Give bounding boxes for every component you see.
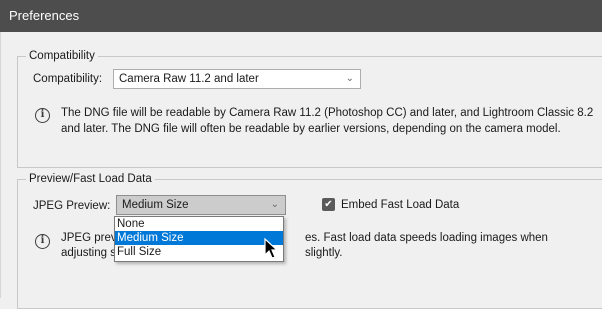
preview-info-line-1-right: es. Fast load data speeds loading images… — [305, 232, 548, 244]
compatibility-select[interactable]: Camera Raw 11.2 and later ⌄ — [113, 69, 361, 89]
preview-info-line-2-right: slightly. — [305, 247, 343, 259]
compatibility-group-legend: Compatibility — [26, 49, 98, 64]
compatibility-info-line-2: and later. The DNG file will often be re… — [61, 123, 561, 135]
jpeg-preview-select-value: Medium Size — [122, 199, 189, 211]
jpeg-preview-select[interactable]: Medium Size ⌄ — [116, 195, 286, 215]
mouse-pointer-icon — [264, 238, 279, 259]
info-icon: i — [35, 234, 50, 249]
compatibility-group: Compatibility Compatibility: Camera Raw … — [17, 49, 602, 168]
chevron-down-icon: ⌄ — [270, 199, 279, 210]
preferences-content: Compatibility Compatibility: Camera Raw … — [0, 32, 602, 309]
jpeg-preview-dropdown-list: None Medium Size Full Size — [114, 216, 284, 262]
preview-info-line-2-left: adjusting s — [61, 247, 116, 259]
preview-group-legend: Preview/Fast Load Data — [26, 172, 155, 187]
dropdown-option-medium-size[interactable]: Medium Size — [115, 231, 283, 245]
compatibility-label: Compatibility: — [33, 73, 103, 85]
info-icon: i — [35, 108, 50, 123]
checkmark-icon: ✔ — [324, 199, 333, 210]
chevron-down-icon: ⌄ — [345, 73, 354, 84]
compatibility-info-line-1: The DNG file will be readable by Camera … — [61, 107, 594, 119]
compatibility-select-value: Camera Raw 11.2 and later — [119, 73, 259, 85]
jpeg-preview-label: JPEG Preview: — [33, 200, 111, 212]
preview-group: Preview/Fast Load Data JPEG Preview: Med… — [17, 172, 602, 309]
embed-fast-load-checkbox[interactable]: ✔ — [322, 198, 335, 211]
dropdown-option-none[interactable]: None — [115, 217, 283, 231]
window-title: Preferences — [9, 8, 80, 23]
preview-info-line-1-left: JPEG previ — [61, 232, 120, 244]
embed-fast-load-label[interactable]: Embed Fast Load Data — [341, 197, 459, 213]
dropdown-option-full-size[interactable]: Full Size — [115, 245, 283, 259]
window-title-bar: Preferences — [0, 0, 602, 32]
